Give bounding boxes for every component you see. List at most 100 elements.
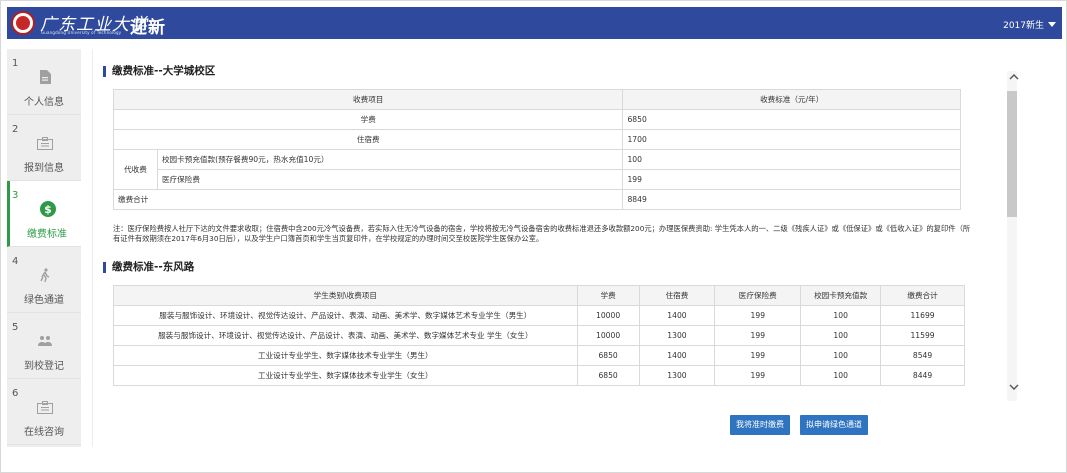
value-cell: 8449 [880,365,965,386]
step-label: 报到信息 [24,163,64,174]
category-cell: 服装与服饰设计、环境设计、视觉传达设计、产品设计、表演、动画、美术学、数字媒体艺… [113,305,578,326]
item-cell: 缴费合计 [112,189,624,210]
table-row: 缴费合计 8849 [112,189,961,210]
header-cell: 缴费合计 [880,285,965,306]
header-cell: 学费 [576,285,640,306]
value-cell: 6850 [622,109,961,130]
value-cell: 100 [800,305,882,326]
sidebar-step-registration-info[interactable]: 2 报到信息 [7,115,81,181]
people-icon [37,333,53,349]
sidebar-step-arrival-registration[interactable]: 5 到校登记 [7,313,81,379]
value-cell: 100 [800,345,882,366]
id-card-icon [37,399,53,415]
main-content: 缴费标准--大学城校区 收费项目 收费标准（元/年） 学费 6850 住宿费 1… [92,49,996,447]
sidebar-step-online-consult[interactable]: 6 在线咨询 [7,379,81,445]
value-cell: 1300 [638,325,716,346]
item-cell: 学费 [112,109,624,130]
header-cell: 住宿费 [638,285,716,306]
header-cell: 收费项目 [112,89,624,110]
step-label: 个人信息 [24,97,64,108]
table-header-row: 学生类别\收费项目 学费 住宿费 医疗保险费 校园卡预充值款 缴费合计 [113,285,965,306]
id-card-icon [37,135,53,151]
vertical-scrollbar[interactable] [1007,71,1017,401]
step-label: 缴费标准 [27,229,67,240]
value-cell: 8549 [880,345,965,366]
sidebar-step-green-channel[interactable]: 4 绿色通道 [7,247,81,313]
chevron-down-icon [1048,22,1056,27]
sidebar-step-fee-standard[interactable]: 3 $ 缴费标准 [7,181,81,247]
table-row: 服装与服饰设计、环境设计、视觉传达设计、产品设计、表演、动画、美术学、数字媒体艺… [113,305,965,326]
scroll-down-icon[interactable] [1009,383,1019,393]
section-title-university-town: 缴费标准--大学城校区 [103,66,215,77]
step-number: 2 [12,124,19,135]
category-cell: 服装与服饰设计、环境设计、视觉传达设计、产品设计、表演、动画、美术学、数字媒体艺… [113,325,578,346]
value-cell: 1400 [638,345,716,366]
item-cell: 校园卡预充值款(预存餐费90元，热水充值10元） [156,149,624,170]
running-person-icon [37,267,53,283]
step-label: 到校登记 [24,361,64,372]
value-cell: 6850 [576,345,640,366]
step-number: 5 [12,322,19,333]
university-seal-icon [11,11,35,35]
section-title-dongfeng-road: 缴费标准--东风路 [103,262,194,273]
table-row: 学费 6850 [112,109,961,130]
step-label: 在线咨询 [24,427,64,438]
apply-green-channel-button[interactable]: 拟申请绿色通道 [800,415,868,435]
table-row: 代收费 校园卡预充值款(预存餐费90元，热水充值10元） 100 [113,149,961,190]
item-cell: 住宿费 [112,129,624,150]
value-cell: 10000 [576,325,640,346]
value-cell: 199 [622,169,961,190]
scrollable-content[interactable]: 缴费标准--大学城校区 收费项目 收费标准（元/年） 学费 6850 住宿费 1… [93,49,997,401]
sidebar-step-personal-info[interactable]: 1 个人信息 [7,49,81,115]
category-cell: 工业设计专业学生、数字媒体技术专业学生（男生） [113,345,578,366]
value-cell: 1700 [622,129,961,150]
table-row: 工业设计专业学生、数字媒体技术专业学生（女生） 6850 1300 199 10… [113,365,965,386]
app-title: 迎新 [130,18,166,38]
step-number: 6 [12,388,19,399]
value-cell: 6850 [576,365,640,386]
pay-on-time-button[interactable]: 我将准时缴费 [730,415,790,435]
top-header: 广东工业大学 Guangdong University of Technolog… [7,7,1062,39]
scrollbar-thumb[interactable] [1007,91,1017,217]
table-row: 工业设计专业学生、数字媒体技术专业学生（男生） 6850 1400 199 10… [113,345,965,366]
value-cell: 8849 [622,189,961,210]
value-cell: 1300 [638,365,716,386]
dollar-icon: $ [40,201,56,217]
step-sidebar: 1 个人信息 2 报到信息 3 $ 缴费标准 4 绿色通道 5 到校登记 6 在… [7,49,81,447]
value-cell: 199 [714,365,802,386]
fee-note: 注：医疗保险费按人社厅下达的文件要求收取；住宿费中含200元冷气设备费，若实际入… [113,224,971,243]
table-row: 医疗保险费 199 [114,169,961,190]
document-icon [37,69,53,85]
scroll-up-icon[interactable] [1009,73,1019,83]
user-label: 2017新生 [1003,21,1044,31]
value-cell: 199 [714,305,802,326]
header-cell: 校园卡预充值款 [800,285,882,306]
table-row: 住宿费 1700 [112,129,961,150]
step-number: 1 [12,58,19,69]
fee-table-dongfeng-road: 学生类别\收费项目 学费 住宿费 医疗保险费 校园卡预充值款 缴费合计 服装与服… [113,285,965,386]
table-header-row: 收费项目 收费标准（元/年） [112,89,961,110]
value-cell: 100 [800,325,882,346]
user-menu[interactable]: 2017新生 [1003,18,1056,31]
category-cell: 工业设计专业学生、数字媒体技术专业学生（女生） [113,365,578,386]
value-cell: 199 [714,345,802,366]
app-window: 广东工业大学 Guangdong University of Technolog… [0,0,1067,473]
header-cell: 学生类别\收费项目 [113,285,578,306]
value-cell: 1400 [638,305,716,326]
step-label: 绿色通道 [24,295,64,306]
header-cell: 医疗保险费 [714,285,802,306]
value-cell: 11699 [880,305,965,326]
item-cell: 医疗保险费 [156,169,624,190]
value-cell: 100 [800,365,882,386]
value-cell: 11599 [880,325,965,346]
value-cell: 100 [622,149,961,170]
header-cell: 收费标准（元/年） [622,89,961,110]
step-number: 3 [12,190,19,201]
value-cell: 199 [714,325,802,346]
group-cell: 代收费 [113,149,158,190]
university-logo-subtitle: Guangdong University of Technology [41,30,122,35]
value-cell: 10000 [576,305,640,326]
step-number: 4 [12,256,19,267]
fee-table-university-town: 收费项目 收费标准（元/年） 学费 6850 住宿费 1700 代收费 校园卡预… [112,89,961,210]
table-row: 服装与服饰设计、环境设计、视觉传达设计、产品设计、表演、动画、美术学、数字媒体艺… [113,325,965,346]
